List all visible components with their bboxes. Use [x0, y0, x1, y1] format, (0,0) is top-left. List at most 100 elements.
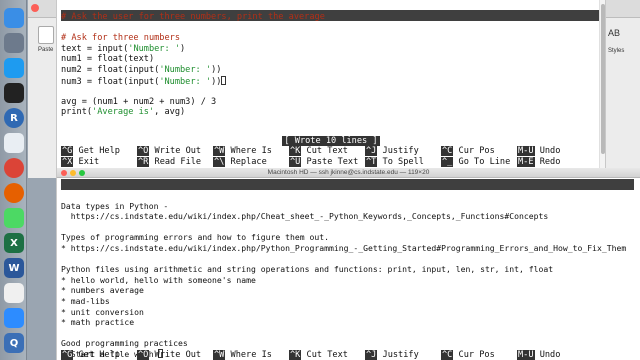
shortcut-to-spell[interactable]: ^T To Spell: [365, 156, 424, 168]
text-line: [61, 222, 630, 233]
paste-icon[interactable]: [38, 26, 54, 44]
close-icon[interactable]: [31, 4, 39, 12]
code-line: num2 = float(input('Number: ')): [61, 64, 222, 75]
text-line: Types of programming errors and how to f…: [61, 232, 330, 243]
text-line: * numbers average: [61, 285, 144, 296]
vlc-icon[interactable]: [4, 283, 24, 303]
terminal-window-average[interactable]: GNU nano 4.7 average.py # Ask the user f…: [56, 0, 606, 170]
shortcut-label: Go To Line: [453, 156, 511, 167]
shortcut-cut-text[interactable]: ^K Cut Text: [289, 350, 348, 360]
shortcut-label: Redo: [534, 156, 561, 167]
terminal-window-chapter[interactable]: Macintosh HD — ssh jkinne@cs.indstate.ed…: [56, 168, 640, 360]
shortcut-row: ^X Exit ^R Read File ^\ Replace ^U Paste Te…: [61, 156, 597, 168]
background-window-titlebar: [603, 0, 640, 18]
app-store-icon[interactable]: [4, 58, 24, 78]
shortcut-key: ^O: [137, 146, 150, 156]
shortcut-write-out[interactable]: ^O Write Out: [137, 350, 201, 360]
shortcut-key: M-E: [517, 156, 535, 167]
code-line: avg = (num1 + num2 + num3) / 3: [61, 96, 217, 107]
launchpad-icon[interactable]: [4, 33, 24, 53]
shortcut-key: ^C: [441, 350, 454, 360]
background-document-window-right[interactable]: AB Styles: [603, 0, 640, 178]
shortcut-row: ^G Get Help ^O Write Out ^W Where Is ^K Cut…: [61, 350, 632, 360]
nano-shortcut-bar: ^G Get Help ^O Write Out ^W Where Is ^K Cut…: [61, 146, 597, 167]
shortcut-cur-pos[interactable]: ^C Cur Pos: [441, 146, 495, 157]
shortcut-undo[interactable]: M-U Undo: [517, 350, 560, 360]
shortcut-get-help[interactable]: ^G Get Help: [61, 146, 120, 157]
shortcut-label: Paste Text: [301, 156, 359, 167]
quicktime-icon[interactable]: Q: [4, 333, 24, 353]
finder-icon[interactable]: [4, 8, 24, 28]
terminal-icon[interactable]: [4, 83, 24, 103]
text-line: * unit conversion: [61, 306, 144, 317]
text-line: https://cs.indstate.edu/wiki/index.php/C…: [61, 211, 549, 222]
shortcut-where-is[interactable]: ^W Where Is: [213, 146, 272, 157]
shortcut-justify[interactable]: ^J Justify: [365, 146, 419, 157]
shortcut-exit[interactable]: ^X Exit: [61, 156, 99, 168]
shortcut-key: M-U: [517, 350, 535, 360]
shortcut-key: ^R: [137, 156, 150, 167]
excel-icon[interactable]: X: [4, 233, 24, 253]
window-titlebar[interactable]: Macintosh HD — ssh jkinne@cs.indstate.ed…: [57, 168, 640, 178]
styles-preview-icon[interactable]: AB: [608, 28, 620, 38]
shortcut-key: ^\: [213, 156, 226, 167]
r-icon[interactable]: R: [4, 108, 24, 128]
editor-area[interactable]: Data types in Python - https://cs.indsta…: [61, 190, 630, 360]
shortcut-key: ^J: [365, 146, 378, 156]
shortcut-label: Undo: [534, 350, 561, 360]
text-line: * https://cs.indstate.edu/wiki/index.php…: [61, 242, 627, 253]
styles-label: Styles: [608, 48, 625, 54]
shortcut-go-to-line[interactable]: ^_ Go To Line: [441, 156, 511, 168]
python-idle-icon[interactable]: [4, 133, 24, 153]
shortcut-paste-text[interactable]: ^U Paste Text: [289, 156, 359, 168]
text-line: [61, 254, 630, 265]
shortcut-label: Write Out: [149, 350, 202, 360]
text-line: Data types in Python -: [61, 200, 169, 211]
messages-icon[interactable]: [4, 208, 24, 228]
shortcut-key: ^K: [289, 350, 302, 360]
close-icon[interactable]: [61, 170, 67, 176]
maximize-icon[interactable]: [79, 170, 85, 176]
shortcut-key: ^C: [441, 146, 454, 156]
text-cursor: [221, 75, 227, 85]
shortcut-key: ^O: [137, 350, 150, 360]
shortcut-label: Replace: [225, 156, 267, 167]
chrome-icon[interactable]: [4, 158, 24, 178]
text-line: [61, 190, 630, 201]
text-line: [61, 328, 630, 339]
shortcut-cur-pos[interactable]: ^C Cur Pos: [441, 350, 495, 360]
code-line: text = input('Number: '): [61, 43, 186, 54]
code-line: num3 = float(input('Number: ')): [61, 75, 595, 87]
editor-area[interactable]: # Ask the user for three numbers, print …: [61, 12, 595, 118]
shortcut-undo[interactable]: M-U Undo: [517, 146, 560, 157]
code-line: # Ask the user for three numbers, print …: [61, 12, 325, 22]
dock: R XW Q: [0, 0, 27, 360]
shortcut-label: Where Is: [225, 146, 272, 156]
shortcut-key: ^X: [61, 156, 74, 167]
shortcut-justify[interactable]: ^J Justify: [365, 350, 419, 360]
shortcut-where-is[interactable]: ^W Where Is: [213, 350, 272, 360]
shortcut-cut-text[interactable]: ^K Cut Text: [289, 146, 348, 157]
firefox-icon[interactable]: [4, 183, 24, 203]
shortcut-write-out[interactable]: ^O Write Out: [137, 146, 201, 157]
shortcut-key: ^W: [213, 350, 226, 360]
text-line: * math practice: [61, 317, 135, 328]
shortcut-replace[interactable]: ^\ Replace: [213, 156, 267, 168]
shortcut-key: ^_: [441, 156, 454, 167]
paste-label: Paste: [38, 47, 54, 53]
word-icon[interactable]: W: [4, 258, 24, 278]
nano-status-message: [ Wrote 10 lines ]: [57, 136, 605, 146]
shortcut-label: Write Out: [149, 146, 202, 156]
status-text: [ Wrote 10 lines ]: [282, 136, 380, 146]
nano-shortcut-bar: ^G Get Help ^O Write Out ^W Where Is ^K Cut…: [61, 350, 632, 360]
shortcut-label: Get Help: [73, 146, 120, 156]
code-line: print('Average is', avg): [61, 107, 186, 118]
minimize-icon[interactable]: [70, 170, 76, 176]
scroll-thumb[interactable]: [601, 4, 605, 154]
shortcut-redo[interactable]: M-E Redo: [517, 156, 561, 168]
shortcut-label: Cut Text: [301, 146, 348, 156]
shortcut-get-help[interactable]: ^G Get Help: [61, 350, 120, 360]
scrollbar[interactable]: [599, 0, 605, 170]
shortcut-read-file[interactable]: ^R Read File: [137, 156, 201, 168]
zoom-icon[interactable]: [4, 308, 24, 328]
